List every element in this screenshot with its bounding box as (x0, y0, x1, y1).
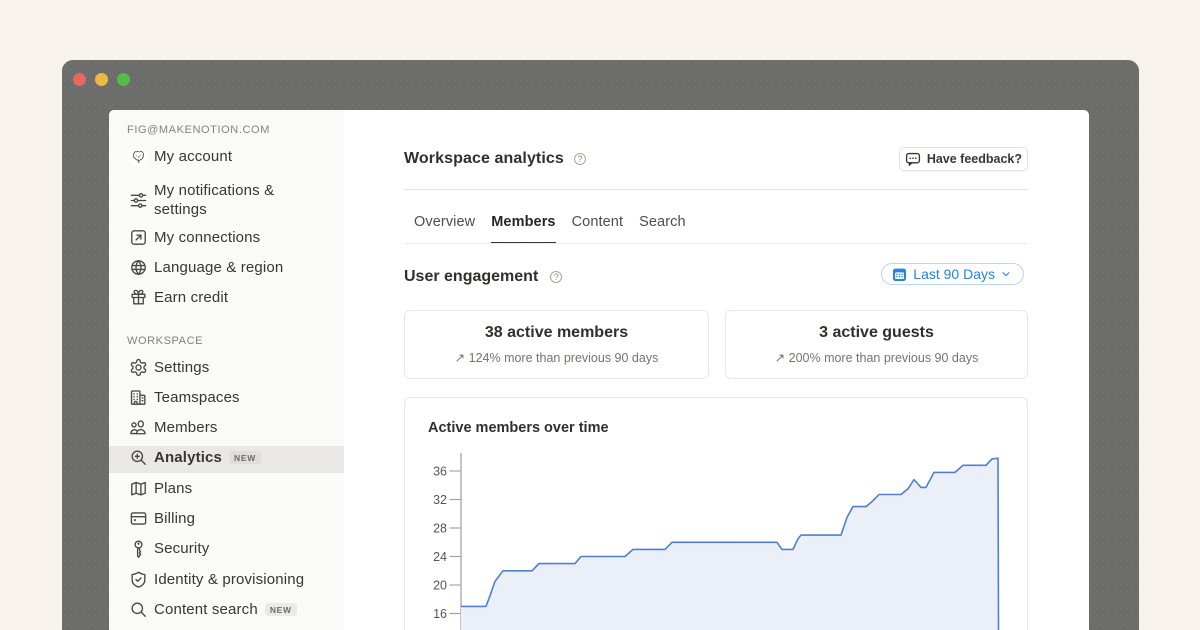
svg-text:36: 36 (433, 465, 447, 479)
svg-text:20: 20 (433, 579, 447, 593)
svg-text:16: 16 (433, 607, 447, 621)
svg-text:28: 28 (433, 522, 447, 536)
svg-text:32: 32 (433, 493, 447, 507)
svg-text:24: 24 (433, 550, 447, 564)
